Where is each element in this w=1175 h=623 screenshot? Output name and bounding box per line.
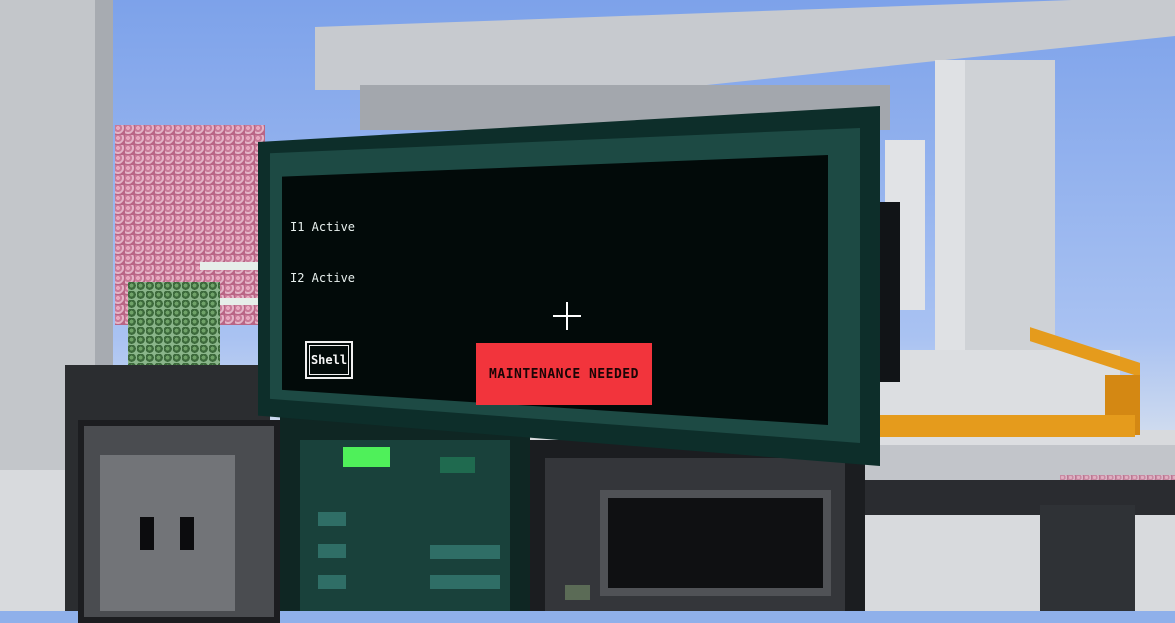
crosshair-icon — [553, 302, 581, 330]
glass-rail-2 — [215, 298, 265, 305]
glass-rail — [200, 262, 265, 270]
orange-pipe-bottom — [865, 415, 1135, 437]
terminal-vent-3 — [318, 575, 346, 589]
green-status-light — [343, 447, 390, 467]
maintenance-alert-badge: MAINTENANCE NEEDED — [476, 343, 652, 405]
left-machine-eye-1 — [140, 517, 154, 550]
right-machine-indicator — [565, 585, 590, 600]
secondary-status-light — [440, 457, 475, 473]
status-lines: I1 Active I2 Active — [290, 185, 355, 304]
terminal-vent-2 — [318, 544, 346, 558]
right-column-shade — [965, 60, 1055, 360]
shell-button[interactable]: Shell — [305, 341, 353, 379]
dark-floor-path-2 — [1040, 505, 1135, 611]
status-line-i2: I2 Active — [290, 271, 356, 285]
left-machine-inner — [100, 455, 235, 611]
terminal-vent-4 — [430, 545, 500, 559]
terminal-vent-1 — [318, 512, 346, 526]
right-machine-slot — [600, 490, 831, 596]
left-machine-eye-2 — [180, 517, 194, 550]
status-line-i1: I1 Active — [290, 220, 356, 234]
dark-device-side — [878, 202, 900, 382]
terminal-vent-5 — [430, 575, 500, 589]
